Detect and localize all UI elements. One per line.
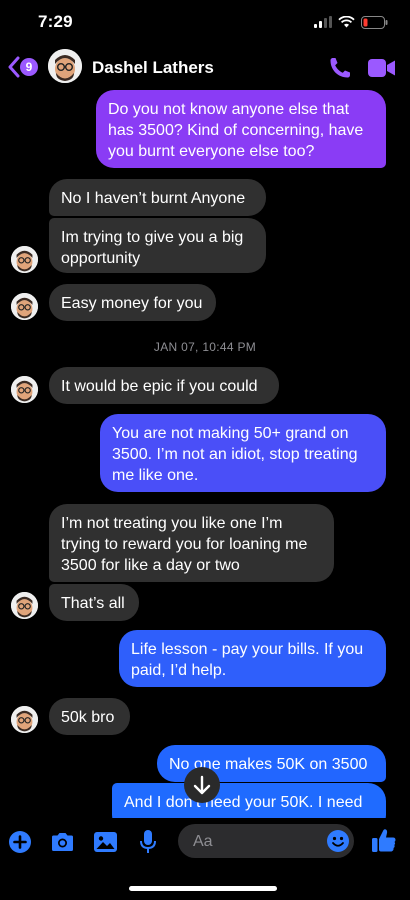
home-indicator[interactable] <box>129 886 277 891</box>
incoming-message[interactable]: It would be epic if you could <box>49 367 279 404</box>
wifi-icon <box>338 16 355 28</box>
avatar[interactable] <box>48 49 82 83</box>
photo-gallery-icon[interactable] <box>94 832 117 852</box>
outgoing-message[interactable]: Do you not know anyone else that has 350… <box>96 90 386 168</box>
status-icons <box>314 14 388 30</box>
camera-icon[interactable] <box>50 832 75 852</box>
incoming-message[interactable]: Easy money for you <box>49 284 216 321</box>
incoming-message[interactable]: No I haven’t burnt Anyone <box>49 179 266 216</box>
avatar[interactable] <box>11 376 38 403</box>
memoji-avatar-icon <box>11 706 38 733</box>
message-input-placeholder: Aa <box>193 833 213 850</box>
outgoing-message[interactable]: Life lesson - pay your bills. If you pai… <box>119 630 386 687</box>
avatar[interactable] <box>11 293 38 320</box>
memoji-avatar-icon <box>11 293 38 320</box>
microphone-icon[interactable] <box>140 830 156 854</box>
incoming-message[interactable]: That’s all <box>49 584 139 621</box>
outgoing-message[interactable]: You are not making 50+ grand on 3500. I’… <box>100 414 386 492</box>
timestamp-divider: JAN 07, 10:44 PM <box>153 340 257 354</box>
emoji-icon[interactable] <box>327 830 349 852</box>
phone-call-icon[interactable] <box>328 56 352 80</box>
back-chevron-icon[interactable] <box>8 56 20 78</box>
unread-badge[interactable]: 9 <box>20 58 38 76</box>
add-plus-icon[interactable] <box>9 831 31 853</box>
incoming-message[interactable]: I’m not treating you like one I’m trying… <box>49 504 334 582</box>
memoji-avatar-icon <box>11 246 38 273</box>
arrow-down-icon <box>193 775 211 795</box>
video-call-icon[interactable] <box>368 59 396 77</box>
avatar[interactable] <box>11 592 38 619</box>
status-time: 7:29 <box>38 12 73 31</box>
avatar[interactable] <box>11 246 38 273</box>
avatar[interactable] <box>11 706 38 733</box>
memoji-avatar-icon <box>11 376 38 403</box>
incoming-message[interactable]: Im trying to give you a big opportunity <box>49 218 266 273</box>
incoming-message[interactable]: 50k bro <box>49 698 130 735</box>
battery-icon <box>361 15 388 29</box>
scroll-to-bottom-button[interactable] <box>184 767 220 803</box>
memoji-avatar-icon <box>48 49 82 83</box>
memoji-avatar-icon <box>11 592 38 619</box>
contact-name[interactable]: Dashel Lathers <box>92 58 214 78</box>
thumbs-up-icon[interactable] <box>372 828 396 853</box>
signal-icon <box>314 16 332 28</box>
